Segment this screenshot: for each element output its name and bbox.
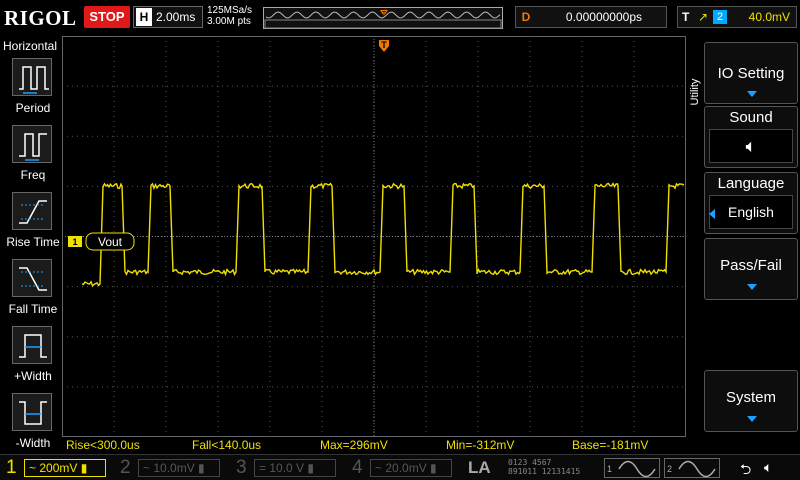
chevron-left-icon <box>709 209 715 219</box>
measure-positive-width-button[interactable]: +Width <box>2 326 62 390</box>
language-label: Language <box>717 175 785 192</box>
channel-2-button[interactable]: 2 ~ 10.0mV ▮ <box>118 457 228 479</box>
channel-1-button[interactable]: 1 ~ 200mV ▮ <box>4 457 114 479</box>
channel-1-label: 1 Vout <box>68 232 135 251</box>
digital-channels-row-1: 0123 4567 <box>508 458 552 467</box>
language-value: English <box>709 195 793 229</box>
trigger-source: 2 <box>713 10 727 24</box>
waveform-graticule: T 1 Vout <box>62 36 686 437</box>
period-icon <box>12 58 52 96</box>
horizontal-badge: H <box>136 8 152 26</box>
measure-rise-time-label: Rise Time <box>6 235 60 249</box>
fall-time-result: Fall<140.0us <box>192 438 262 452</box>
channel-4-button[interactable]: 4 ~ 20.0mV ▮ <box>350 457 460 479</box>
memory-depth: 3.00M pts <box>207 16 251 27</box>
measure-fall-time-label: Fall Time <box>8 302 58 316</box>
panel-title: Horizontal <box>3 39 58 53</box>
run-stop-indicator[interactable]: STOP <box>84 6 130 28</box>
trigger-level: 40.0mV <box>748 10 790 24</box>
soft-menu: Utility IO Setting Sound 🔈︎ Language Eng… <box>686 36 800 454</box>
channel-1-number: 1 <box>6 457 17 478</box>
channel-2-number: 2 <box>120 457 131 478</box>
measure-period-label: Period <box>15 101 51 115</box>
chevron-down-icon <box>747 416 757 422</box>
measure-freq-button[interactable]: Freq <box>2 125 62 189</box>
channel-2-scale: ~ 10.0mV ▮ <box>138 459 220 477</box>
timebase-value: 2.00ms <box>156 10 196 24</box>
waveform-display[interactable]: T 1 Vout <box>62 36 686 437</box>
sound-label: Sound <box>729 109 773 126</box>
channel-3-scale: = 10.0 V ▮ <box>254 459 336 477</box>
channel-1-scale: ~ 200mV ▮ <box>24 459 106 477</box>
svg-text:1: 1 <box>72 237 77 247</box>
negative-width-icon <box>12 393 52 431</box>
channel-1-trace <box>81 182 685 288</box>
timeline-waveform: T <box>264 10 502 29</box>
generator-1-button[interactable]: 1 <box>604 458 660 478</box>
utility-tab[interactable]: Utility <box>688 58 704 138</box>
memory-timeline[interactable]: T <box>263 7 503 29</box>
trigger-display[interactable]: T ↗ 2 40.0mV <box>677 6 797 28</box>
pass-fail-button[interactable]: Pass/Fail <box>704 238 798 300</box>
digital-channels: 0123 4567 891011 12131415 <box>508 458 598 478</box>
io-setting-label: IO Setting <box>717 65 785 82</box>
sine-wave-icon <box>618 460 656 478</box>
fall-time-icon <box>12 259 52 297</box>
svg-text:Vout: Vout <box>98 235 123 249</box>
base-result: Base=-181mV <box>572 438 649 452</box>
chevron-down-icon <box>747 284 757 290</box>
pass-fail-label: Pass/Fail <box>720 257 782 274</box>
channel-4-scale: ~ 20.0mV ▮ <box>370 459 452 477</box>
sample-rate: 125MSa/s <box>207 5 253 16</box>
delay-badge: D <box>521 10 531 24</box>
rise-time-result: Rise<300.0us <box>66 438 140 452</box>
system-button[interactable]: System <box>704 370 798 432</box>
delay-display[interactable]: D 0.00000000ps <box>515 6 667 28</box>
delay-value: 0.00000000ps <box>565 10 642 24</box>
measurement-results: Rise<300.0us Fall<140.0us Max=296mV Min=… <box>62 437 686 454</box>
positive-width-icon <box>12 326 52 364</box>
max-result: Max=296mV <box>320 438 388 452</box>
language-button[interactable]: Language English <box>704 172 798 234</box>
rise-time-icon <box>12 192 52 230</box>
channel-bar: 1 ~ 200mV ▮ 2 ~ 10.0mV ▮ 3 = 10.0 V ▮ 4 … <box>0 454 800 480</box>
speaker-icon[interactable]: 🔈︎ <box>764 459 772 476</box>
generator-2-button[interactable]: 2 <box>664 458 720 478</box>
trigger-badge: T <box>682 10 690 24</box>
measure-negative-width-button[interactable]: -Width <box>2 393 62 457</box>
channel-3-button[interactable]: 3 = 10.0 V ▮ <box>234 457 344 479</box>
measure-positive-width-label: +Width <box>14 369 52 383</box>
measurement-panel: Horizontal Period Freq Rise Time Fall Ti… <box>0 36 62 454</box>
logic-analyzer-button[interactable]: LA <box>468 457 506 479</box>
sound-button[interactable]: Sound 🔈︎ <box>704 106 798 168</box>
digital-channels-row-2: 891011 12131415 <box>508 467 581 476</box>
channel-4-number: 4 <box>352 457 363 478</box>
frequency-icon <box>12 125 52 163</box>
brand-logo: RIGOL <box>4 6 77 30</box>
sine-wave-icon <box>678 460 716 478</box>
channel-3-number: 3 <box>236 457 247 478</box>
measure-negative-width-label: -Width <box>15 436 51 450</box>
min-result: Min=-312mV <box>446 438 515 452</box>
timebase-display[interactable]: H 2.00ms <box>133 6 203 28</box>
measure-period-button[interactable]: Period <box>2 58 62 122</box>
speaker-icon: 🔈︎ <box>709 129 793 163</box>
trigger-edge-icon: ↗ <box>698 10 709 24</box>
measure-rise-time-button[interactable]: Rise Time <box>2 192 62 256</box>
system-label: System <box>725 389 776 406</box>
svg-text:T: T <box>381 40 387 50</box>
io-setting-button[interactable]: IO Setting <box>704 42 798 104</box>
status-bar: RIGOL STOP H 2.00ms 125MSa/s 3.00M pts T … <box>0 0 800 36</box>
measure-fall-time-button[interactable]: Fall Time <box>2 259 62 323</box>
measure-freq-label: Freq <box>20 168 46 182</box>
acquisition-info: 125MSa/s 3.00M pts <box>207 5 252 27</box>
chevron-down-icon <box>747 91 757 97</box>
trigger-position-marker: T <box>379 40 389 52</box>
timeline-trigger-marker: T <box>382 11 387 18</box>
usb-icon: ⮌ <box>740 461 752 477</box>
